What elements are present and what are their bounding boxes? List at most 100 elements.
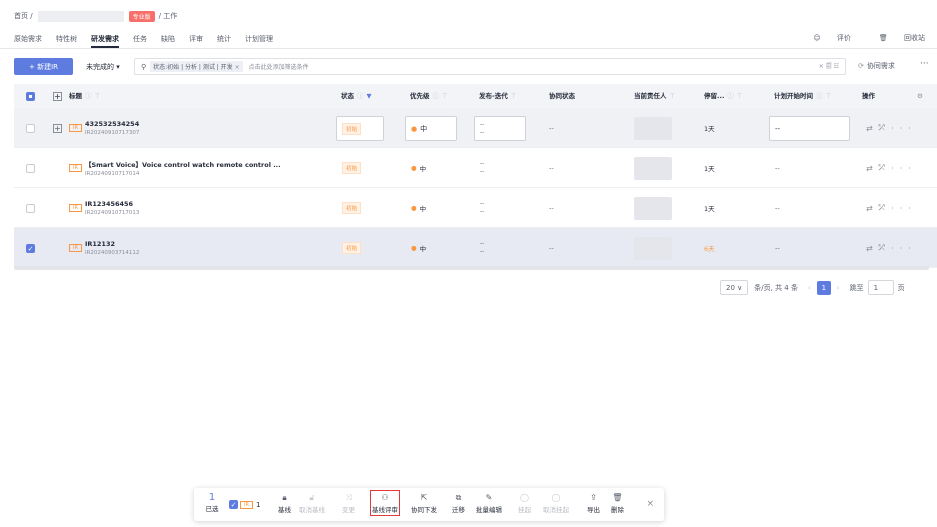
row-checkbox[interactable] bbox=[26, 123, 35, 133]
tab-statistics[interactable]: 统计 bbox=[217, 32, 231, 48]
status-badge[interactable]: 初始 bbox=[342, 242, 362, 254]
export-button[interactable]: ⇪ 导出 bbox=[587, 492, 600, 514]
change-button[interactable]: ⤨ 变更 bbox=[342, 492, 355, 514]
more-options-icon[interactable]: ··· bbox=[920, 59, 929, 69]
suspend-button[interactable]: ◯ 挂起 bbox=[518, 492, 531, 514]
row-actions[interactable]: ⇄ ⤱ ··· bbox=[866, 228, 917, 268]
filter-icon[interactable]: ⊤ bbox=[511, 92, 517, 100]
row-expand-icon[interactable]: + bbox=[53, 123, 62, 133]
tab-defects[interactable]: 缺陷 bbox=[161, 32, 175, 48]
migrate-button[interactable]: ⧉ 迁移 bbox=[452, 492, 465, 514]
row-checkbox[interactable] bbox=[26, 163, 35, 173]
cancel-suspend-button[interactable]: ◯ 取消挂起 bbox=[543, 492, 569, 514]
plan-start[interactable]: -- bbox=[775, 188, 780, 228]
status-filter-chip[interactable]: 状态:初始 | 分析 | 测试 | 开发 × bbox=[150, 61, 243, 72]
owner-avatar-blurred[interactable] bbox=[634, 116, 672, 140]
priority-cell[interactable]: ● 中 bbox=[411, 188, 426, 228]
expand-all-icon[interactable]: + bbox=[53, 92, 62, 101]
page-1-button[interactable]: 1 bbox=[816, 280, 831, 295]
selected-type-chip[interactable]: ✓ IR 1 bbox=[229, 500, 260, 509]
link-icon[interactable]: ⇄ bbox=[866, 244, 879, 253]
filter-search-bar[interactable]: ⚲ 状态:初始 | 分析 | 测试 | 开发 × 点击此处添加筛选条件 × 🗐 … bbox=[134, 58, 846, 75]
row-title[interactable]: 【Smart Voice】Voice control watch remote … bbox=[85, 159, 281, 169]
new-ir-button[interactable]: + 新建IR bbox=[14, 58, 73, 75]
row-actions[interactable]: ⇄ ⤱ ··· bbox=[866, 108, 917, 148]
release-cell[interactable]: -- -- bbox=[480, 228, 484, 268]
link-icon[interactable]: ⇄ bbox=[866, 204, 879, 213]
select-all-checkbox[interactable] bbox=[26, 92, 35, 101]
row-actions[interactable]: ⇄ ⤱ ··· bbox=[866, 188, 917, 228]
row-title[interactable]: IR12132 bbox=[85, 240, 139, 248]
plan-start[interactable]: -- bbox=[775, 228, 780, 268]
next-page-icon[interactable]: › bbox=[837, 284, 840, 292]
owner-avatar-blurred[interactable] bbox=[634, 196, 672, 220]
search-tools-icons[interactable]: × 🗐 ☷ bbox=[819, 62, 839, 72]
prev-page-icon[interactable]: ‹ bbox=[808, 284, 811, 292]
priority-cell[interactable]: ● 中 bbox=[411, 148, 426, 188]
chip-close-icon[interactable]: × bbox=[235, 64, 240, 71]
more-icon[interactable]: ··· bbox=[891, 244, 917, 253]
chip-checkbox[interactable]: ✓ bbox=[229, 500, 238, 509]
batch-edit-button[interactable]: ✎ 批量编辑 bbox=[476, 492, 502, 514]
link-icon[interactable]: ⇄ bbox=[866, 124, 879, 133]
tab-plan-management[interactable]: 计划管理 bbox=[245, 32, 273, 48]
row-title[interactable]: 432532534254 bbox=[85, 120, 139, 128]
filter-icon[interactable]: ⊤ bbox=[826, 92, 832, 100]
page-size-select[interactable]: 20 ∨ bbox=[720, 280, 749, 295]
split-icon[interactable]: ⤱ bbox=[879, 203, 891, 213]
table-row[interactable]: IR IR123456456 IR20240910717013 初始 ● 中 --… bbox=[14, 188, 937, 228]
filter-icon[interactable]: ⊤ bbox=[442, 92, 448, 100]
filter-active-icon[interactable]: ▼ bbox=[367, 92, 372, 100]
plan-start-editor[interactable]: -- bbox=[769, 116, 850, 141]
status-cell-editor[interactable]: 初始 bbox=[336, 116, 384, 141]
split-icon[interactable]: ⤱ bbox=[879, 123, 891, 133]
split-icon[interactable]: ⤱ bbox=[879, 243, 891, 253]
rate-button[interactable]: ☺ 评价 bbox=[799, 33, 851, 43]
more-icon[interactable]: ··· bbox=[891, 204, 917, 213]
baseline-review-button[interactable]: ⚇ 基线评审 bbox=[370, 490, 400, 516]
owner-avatar-blurred[interactable] bbox=[634, 236, 672, 260]
row-checkbox-checked[interactable]: ✓ bbox=[26, 243, 35, 253]
tab-reviews[interactable]: 评审 bbox=[189, 32, 203, 48]
link-icon[interactable]: ⇄ bbox=[866, 164, 879, 173]
table-row[interactable]: IR 【Smart Voice】Voice control watch remo… bbox=[14, 148, 937, 188]
table-row[interactable]: + IR 432532534254 IR20240910717307 初始 ● 中… bbox=[14, 108, 937, 148]
priority-cell-editor[interactable]: ● 中 bbox=[405, 116, 457, 141]
plan-start[interactable]: -- bbox=[775, 148, 780, 188]
release-cell[interactable]: -- -- bbox=[480, 148, 484, 188]
release-cell-editor[interactable]: -- -- bbox=[474, 116, 526, 141]
tab-tasks[interactable]: 任务 bbox=[133, 32, 147, 48]
delete-button[interactable]: 🗑 删除 bbox=[611, 492, 624, 514]
jump-label: 跳至 bbox=[849, 283, 864, 292]
row-checkbox[interactable] bbox=[26, 203, 35, 213]
collab-dispatch-button[interactable]: ⇱ 协同下发 bbox=[411, 492, 437, 514]
recycle-bin-button[interactable]: 🗑 回收站 bbox=[865, 33, 925, 43]
jump-page-input[interactable]: 1 bbox=[867, 280, 894, 295]
status-badge[interactable]: 初始 bbox=[342, 162, 362, 174]
tab-dev-requirements[interactable]: 研发需求 bbox=[91, 32, 119, 48]
row-title[interactable]: IR123456456 bbox=[85, 200, 139, 208]
split-icon[interactable]: ⤱ bbox=[879, 163, 891, 173]
tab-original-requirements[interactable]: 原始需求 bbox=[14, 32, 42, 48]
filter-view-dropdown[interactable]: 未完成的 ▾ bbox=[86, 58, 120, 75]
tab-feature-tree[interactable]: 特性树 bbox=[56, 32, 77, 48]
filter-icon[interactable]: ⊤ bbox=[670, 92, 676, 100]
more-icon[interactable]: ··· bbox=[891, 124, 917, 133]
close-icon[interactable]: × bbox=[646, 499, 654, 509]
breadcrumb-project-blurred[interactable] bbox=[37, 10, 124, 22]
filter-icon[interactable]: ⊤ bbox=[737, 92, 743, 100]
priority-cell[interactable]: ● 中 bbox=[411, 228, 426, 268]
baseline-button[interactable]: 🔒︎ 基线 bbox=[278, 492, 291, 514]
cancel-baseline-button[interactable]: 🔓︎ 取消基线 bbox=[299, 492, 325, 514]
filter-icon[interactable]: ⊤ bbox=[95, 92, 101, 100]
row-actions[interactable]: ⇄ ⤱ ··· bbox=[866, 148, 917, 188]
status-badge[interactable]: 初始 bbox=[342, 202, 362, 214]
breadcrumb-home[interactable]: 首页 / bbox=[14, 11, 33, 21]
release-cell[interactable]: -- -- bbox=[480, 188, 484, 228]
more-icon[interactable]: ··· bbox=[891, 164, 917, 173]
table-row[interactable]: ✓ IR IR12132 IR20240903714112 初始 ● 中 -- --… bbox=[14, 228, 937, 268]
owner-avatar-blurred[interactable] bbox=[634, 156, 672, 180]
column-settings-gear-icon[interactable]: ⚙ bbox=[917, 84, 923, 108]
collab-requirements-button[interactable]: ⟳ 协同需求 bbox=[858, 61, 895, 71]
horizontal-scrollbar[interactable] bbox=[14, 266, 929, 270]
